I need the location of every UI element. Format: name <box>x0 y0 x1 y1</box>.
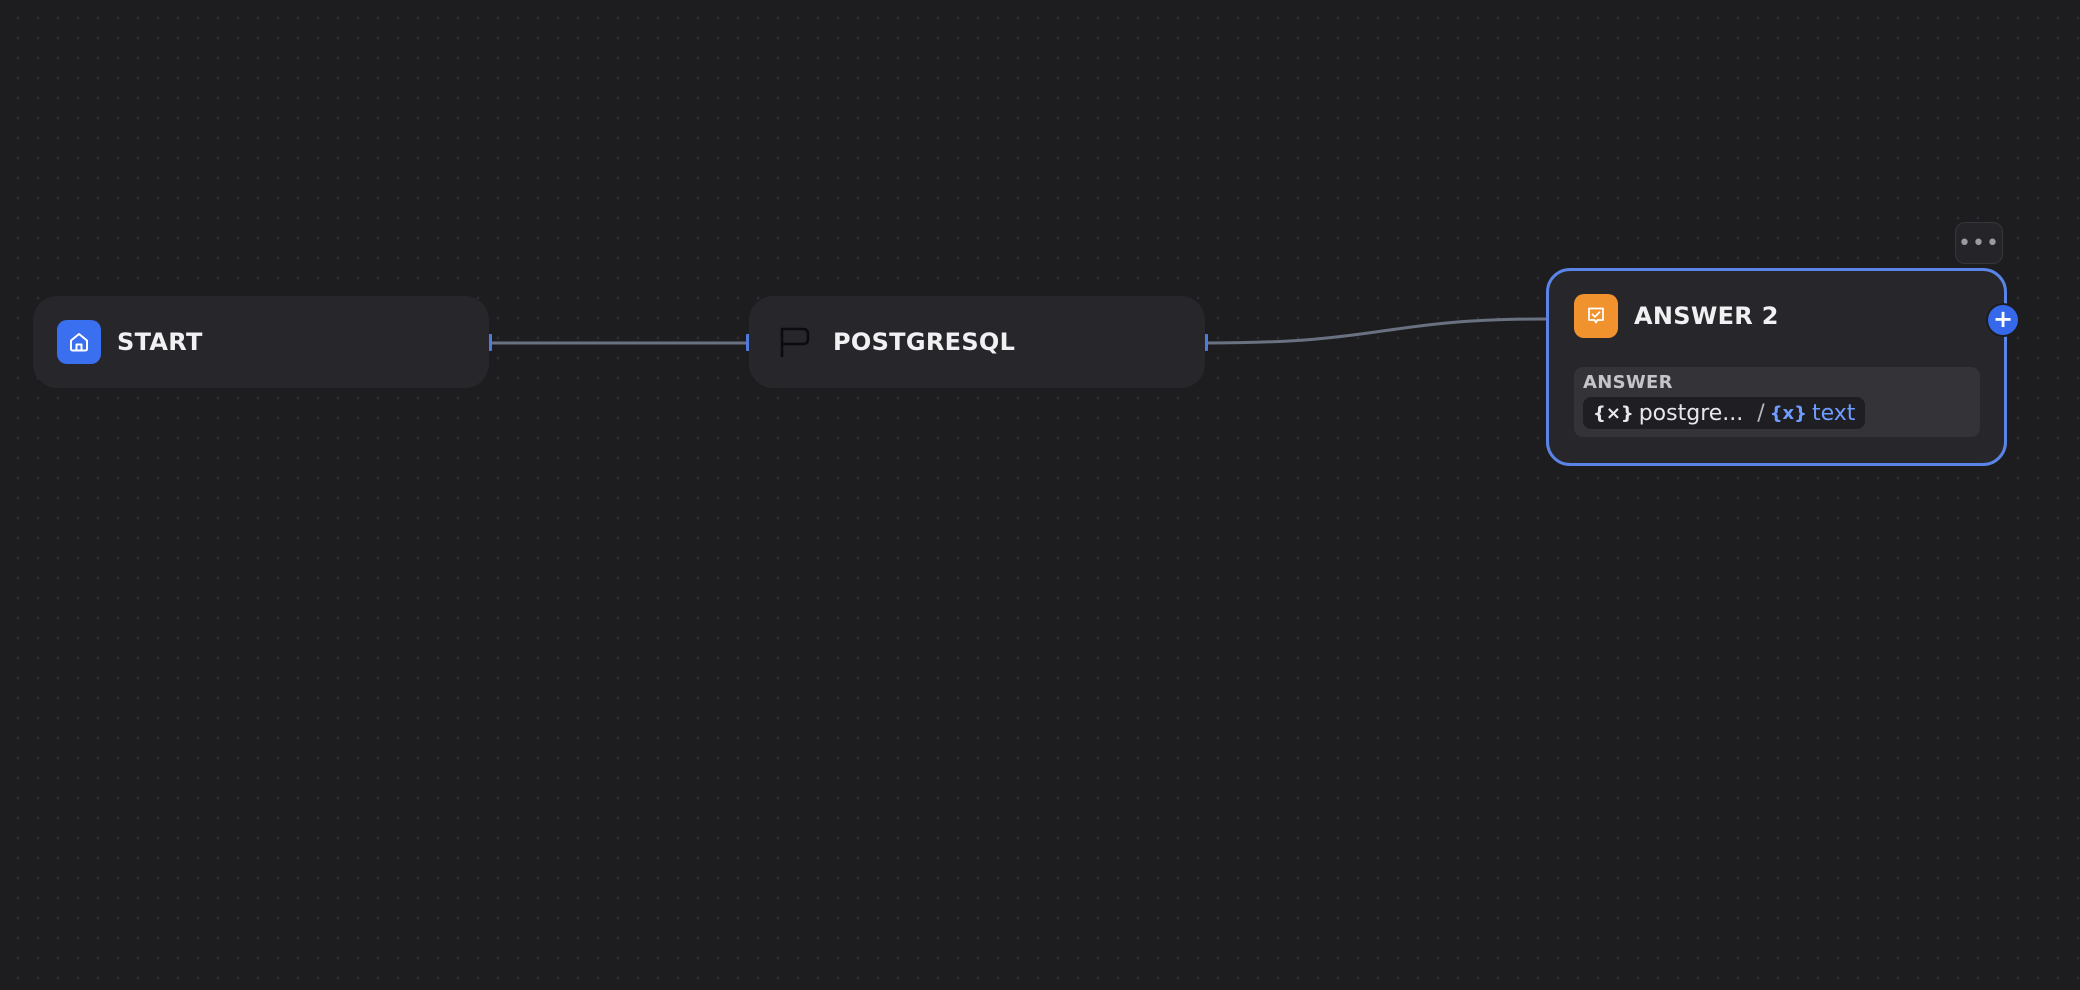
answer-icon <box>1574 294 1618 338</box>
home-icon <box>57 320 101 364</box>
postgresql-node-header: POSTGRESQL <box>751 298 1203 386</box>
variable-reference[interactable]: {×} postgre... / {x} text <box>1583 397 1866 429</box>
start-node[interactable]: START <box>33 296 489 388</box>
answer-node-title: ANSWER 2 <box>1634 302 1779 330</box>
start-node-title: START <box>117 328 203 356</box>
more-icon: ••• <box>1958 230 2000 256</box>
edge-postgresql-to-answer[interactable] <box>1205 317 1547 345</box>
variable-source: postgre... <box>1638 400 1744 426</box>
postgresql-node[interactable]: POSTGRESQL <box>749 296 1205 388</box>
answer-node[interactable]: ANSWER 2 ANSWER {×} postgre... / {x} tex… <box>1546 268 2007 466</box>
edges-layer <box>488 317 1547 351</box>
answer-field[interactable]: ANSWER {×} postgre... / {x} text <box>1574 367 1980 437</box>
more-options-button[interactable]: ••• <box>1955 222 2003 264</box>
variable-icon: {×} <box>1593 402 1634 424</box>
add-node-button[interactable]: + <box>1988 305 2018 335</box>
answer-field-label: ANSWER <box>1583 372 1673 393</box>
variable-icon: {x} <box>1769 402 1807 424</box>
workflow-canvas[interactable]: START POSTGRESQL ••• ANSWER 2 ANSWER {×}… <box>0 0 2080 990</box>
postgresql-node-title: POSTGRESQL <box>833 328 1016 356</box>
postgresql-icon <box>773 320 817 364</box>
variable-separator: / <box>1757 400 1765 426</box>
variable-name: text <box>1811 400 1856 426</box>
answer-node-header: ANSWER 2 <box>1549 271 2004 361</box>
start-node-header: START <box>35 298 487 386</box>
